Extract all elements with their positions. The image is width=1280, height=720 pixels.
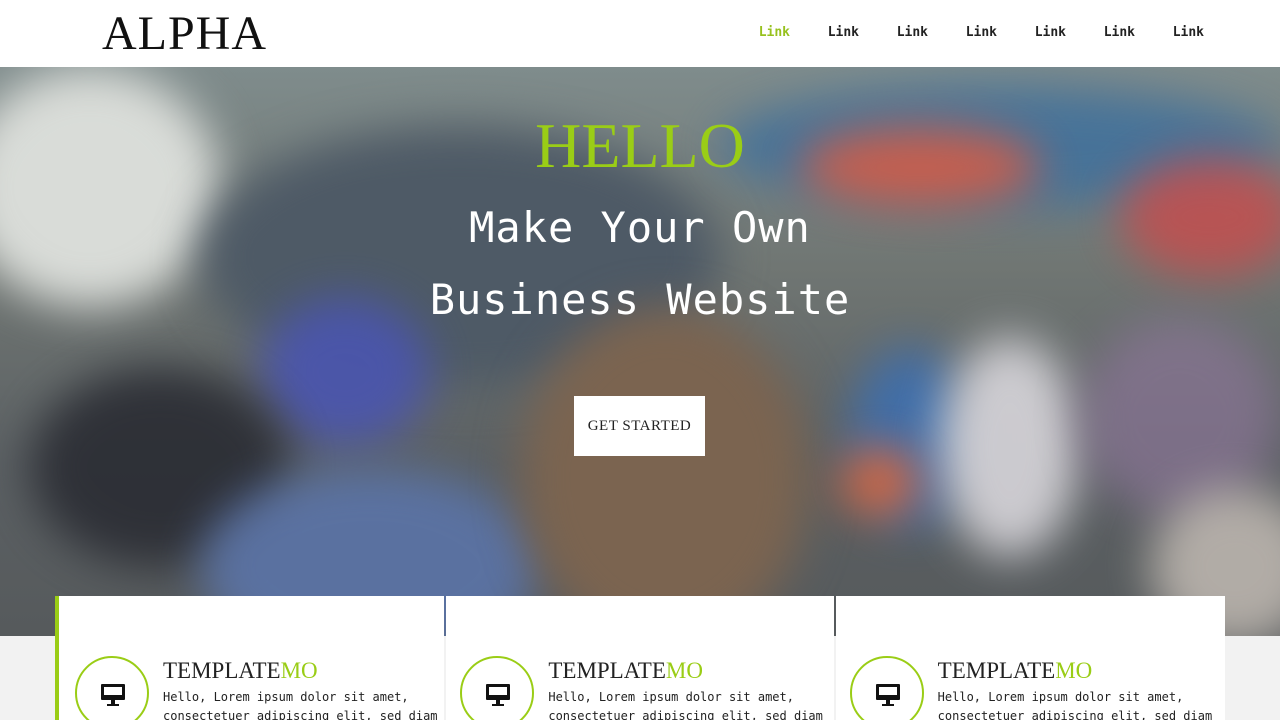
- card-title-accent: MO: [1055, 658, 1093, 683]
- card-text: Hello, Lorem ipsum dolor sit amet, consec…: [548, 688, 828, 720]
- hero-tagline-line2: Business Website: [429, 275, 851, 324]
- nav-link-5[interactable]: Link: [997, 23, 1066, 43]
- card-title-main: TEMPLATE: [548, 658, 666, 683]
- nav-link-3[interactable]: Link: [859, 23, 928, 43]
- nav-link-7[interactable]: Link: [1135, 23, 1204, 43]
- hero-section: HELLO Make Your Own Business Website GET…: [0, 67, 1280, 636]
- site-logo[interactable]: ALPHA: [102, 4, 267, 64]
- card-text-line: Hello, Lorem ipsum dolor sit amet,: [548, 690, 794, 704]
- card-title: TEMPLATEMO: [548, 658, 703, 684]
- monitor-icon: [875, 684, 900, 706]
- hero-hello: HELLO: [535, 110, 745, 181]
- feature-card: TEMPLATEMO Hello, Lorem ipsum dolor sit …: [835, 596, 1225, 720]
- card-text-line: Hello, Lorem ipsum dolor sit amet,: [937, 690, 1184, 704]
- hero-content: HELLO Make Your Own Business Website GET…: [0, 67, 1280, 636]
- card-title: TEMPLATEMO: [163, 658, 318, 684]
- get-started-button[interactable]: GET STARTED: [574, 396, 705, 456]
- monitor-icon: [486, 684, 511, 706]
- card-title-accent: MO: [280, 658, 318, 683]
- main-nav: Link Link Link Link Link Link Link: [721, 23, 1204, 43]
- monitor-icon-circle: [849, 656, 924, 720]
- feature-cards: TEMPLATEMO Hello, Lorem ipsum dolor sit …: [55, 596, 1225, 720]
- card-title-accent: MO: [665, 658, 703, 683]
- feature-card: TEMPLATEMO Hello, Lorem ipsum dolor sit …: [446, 596, 834, 720]
- hero-tagline-line1: Make Your Own: [469, 203, 811, 252]
- nav-link-2[interactable]: Link: [790, 23, 859, 43]
- card-text-line: consectetuer adipiscing elit, sed diam: [163, 709, 438, 720]
- card-text: Hello, Lorem ipsum dolor sit amet, consec…: [938, 688, 1218, 720]
- nav-link-4[interactable]: Link: [928, 23, 997, 43]
- card-text: Hello, Lorem ipsum dolor sit amet, consec…: [163, 688, 443, 720]
- monitor-icon-circle: [460, 656, 535, 720]
- feature-card: TEMPLATEMO Hello, Lorem ipsum dolor sit …: [55, 596, 445, 720]
- card-title-main: TEMPLATE: [163, 658, 281, 683]
- monitor-icon: [101, 684, 125, 706]
- card-title: TEMPLATEMO: [938, 658, 1093, 684]
- card-text-line: Hello, Lorem ipsum dolor sit amet,: [163, 690, 409, 704]
- monitor-icon-circle: [75, 656, 149, 720]
- card-title-main: TEMPLATE: [937, 658, 1056, 683]
- card-text-line: consectetuer adipiscing elit, sed diam: [937, 709, 1213, 720]
- nav-link-1[interactable]: Link: [721, 23, 790, 43]
- site-header: ALPHA Link Link Link Link Link Link Link: [0, 0, 1280, 67]
- card-text-line: consectetuer adipiscing elit, sed diam: [548, 709, 823, 720]
- nav-link-6[interactable]: Link: [1066, 23, 1135, 43]
